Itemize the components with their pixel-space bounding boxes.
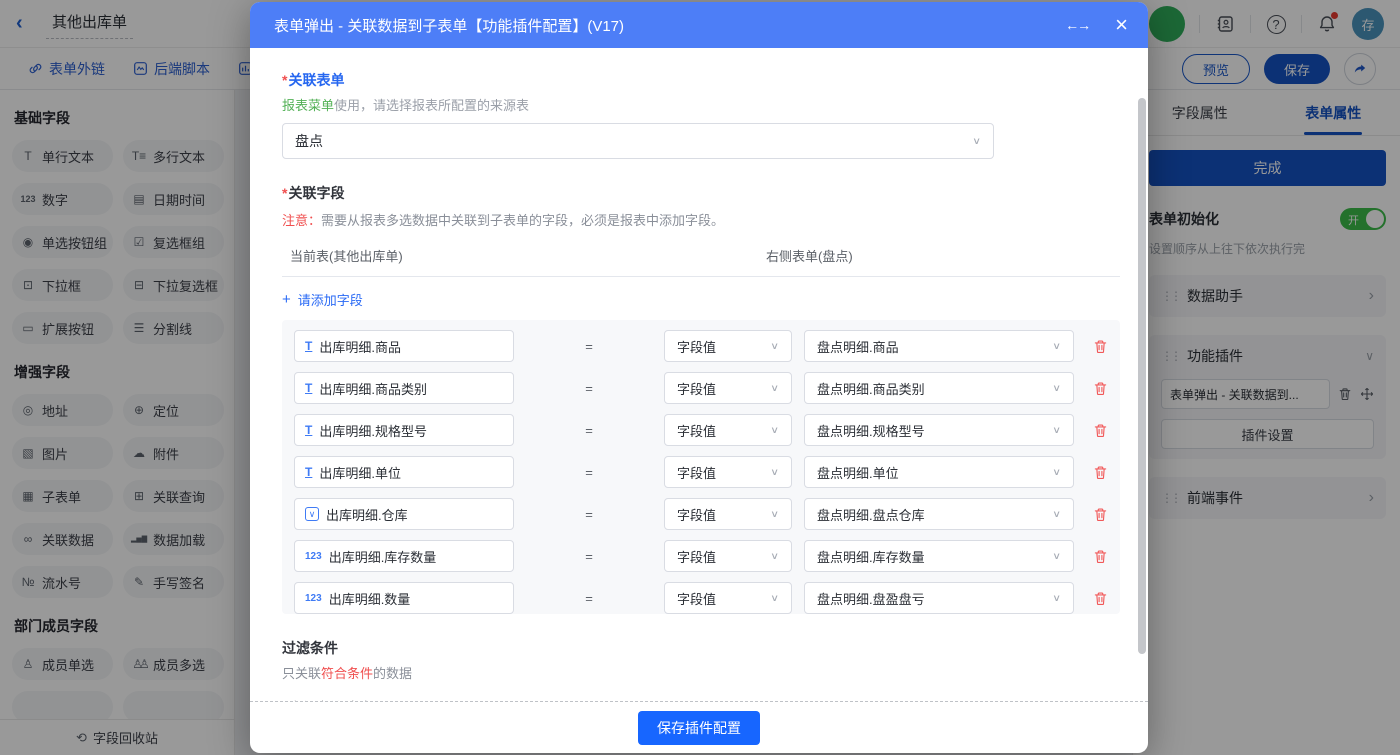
chevron-down-icon: ∨ xyxy=(1052,550,1061,561)
linked-fields-note: 注意：需要从报表多选数据中关联到子表单的字段，必须是报表中添加字段。 xyxy=(282,210,1120,229)
right-field-select[interactable]: 盘点明细.商品∨ xyxy=(804,330,1074,362)
add-field-link[interactable]: + 请添加字段 xyxy=(282,290,363,309)
selected-value: 盘点 xyxy=(295,131,323,151)
equals-sign: = xyxy=(514,381,664,396)
value-type-select[interactable]: 字段值∨ xyxy=(664,330,792,362)
right-field-select[interactable]: 盘点明细.盘点仓库∨ xyxy=(804,498,1074,530)
required-asterisk: * xyxy=(282,72,287,88)
resize-horizontal-icon[interactable]: ←→ xyxy=(1065,17,1089,33)
left-field-input[interactable]: 123出库明细.数量 xyxy=(294,582,514,614)
delete-row-icon[interactable] xyxy=(1093,465,1108,480)
chevron-down-icon: ∨ xyxy=(770,508,779,519)
delete-row-icon[interactable] xyxy=(1093,507,1108,522)
text-field-icon: T xyxy=(305,465,312,479)
close-icon[interactable]: × xyxy=(1115,15,1128,35)
column-right-header: 右侧表单(盘点) xyxy=(766,246,853,265)
text-field-icon: T xyxy=(305,339,312,353)
chevron-down-icon: ∨ xyxy=(770,550,779,561)
mapping-row: 123出库明细.库存数量 = 字段值∨ 盘点明细.库存数量∨ xyxy=(294,540,1108,572)
chevron-down-icon: ∨ xyxy=(1052,466,1061,477)
number-field-icon: 123 xyxy=(305,593,322,604)
delete-row-icon[interactable] xyxy=(1093,381,1108,396)
app-stage: ‹ 其他出库单 ? 存 表单外链 后端脚本 xyxy=(0,0,1400,755)
filter-left-form-label: 左侧表单(盘点) xyxy=(282,697,1120,701)
mapping-row: T出库明细.单位 = 字段值∨ 盘点明细.单位∨ xyxy=(294,456,1108,488)
chevron-down-icon: ∨ xyxy=(972,135,981,146)
chevron-down-icon: ∨ xyxy=(1052,592,1061,603)
modal-scrollbar-thumb[interactable] xyxy=(1138,98,1146,654)
chevron-down-icon: ∨ xyxy=(1052,508,1061,519)
modal-body: *关联表单 报表菜单使用，请选择报表所配置的来源表 盘点 ∨ *关联字段 注意：… xyxy=(250,48,1148,701)
left-field-input[interactable]: ∨出库明细.仓库 xyxy=(294,498,514,530)
value-type-select[interactable]: 字段值∨ xyxy=(664,540,792,572)
equals-sign: = xyxy=(514,507,664,522)
mapping-row: T出库明细.规格型号 = 字段值∨ 盘点明细.规格型号∨ xyxy=(294,414,1108,446)
filter-condition-label: 过滤条件 xyxy=(282,638,1120,658)
modal-header: 表单弹出 - 关联数据到子表单【功能插件配置】(V17) ←→ × xyxy=(250,2,1148,48)
value-type-select[interactable]: 字段值∨ xyxy=(664,456,792,488)
right-field-select[interactable]: 盘点明细.库存数量∨ xyxy=(804,540,1074,572)
right-field-select[interactable]: 盘点明细.盘盈盘亏∨ xyxy=(804,582,1074,614)
required-asterisk: * xyxy=(282,185,287,201)
delete-row-icon[interactable] xyxy=(1093,339,1108,354)
plugin-config-modal: 表单弹出 - 关联数据到子表单【功能插件配置】(V17) ←→ × *关联表单 … xyxy=(250,2,1148,753)
chevron-down-icon: ∨ xyxy=(770,340,779,351)
chevron-down-icon: ∨ xyxy=(1052,382,1061,393)
mapping-column-headers: 当前表(其他出库单) 右侧表单(盘点) xyxy=(282,246,1120,277)
column-left-header: 当前表(其他出库单) xyxy=(282,246,766,265)
modal-footer: 保存插件配置 xyxy=(250,701,1148,753)
left-field-input[interactable]: 123出库明细.库存数量 xyxy=(294,540,514,572)
equals-sign: = xyxy=(514,591,664,606)
left-field-input[interactable]: T出库明细.单位 xyxy=(294,456,514,488)
chevron-down-icon: ∨ xyxy=(770,592,779,603)
linked-form-hint: 报表菜单使用，请选择报表所配置的来源表 xyxy=(282,95,1120,114)
plus-icon: + xyxy=(282,291,291,308)
delete-row-icon[interactable] xyxy=(1093,423,1108,438)
chevron-down-icon: ∨ xyxy=(770,466,779,477)
number-field-icon: 123 xyxy=(305,551,322,562)
chevron-down-icon: ∨ xyxy=(770,382,779,393)
left-field-input[interactable]: T出库明细.商品类别 xyxy=(294,372,514,404)
mapping-row: T出库明细.商品 = 字段值∨ 盘点明细.商品∨ xyxy=(294,330,1108,362)
linked-form-select[interactable]: 盘点 ∨ xyxy=(282,123,994,159)
chevron-down-icon: ∨ xyxy=(1052,424,1061,435)
text-field-icon: T xyxy=(305,423,312,437)
value-type-select[interactable]: 字段值∨ xyxy=(664,582,792,614)
mapping-row: ∨出库明细.仓库 = 字段值∨ 盘点明细.盘点仓库∨ xyxy=(294,498,1108,530)
chevron-down-icon: ∨ xyxy=(770,424,779,435)
equals-sign: = xyxy=(514,549,664,564)
left-field-input[interactable]: T出库明细.规格型号 xyxy=(294,414,514,446)
value-type-select[interactable]: 字段值∨ xyxy=(664,498,792,530)
delete-row-icon[interactable] xyxy=(1093,549,1108,564)
text-field-icon: T xyxy=(305,381,312,395)
left-field-input[interactable]: T出库明细.商品 xyxy=(294,330,514,362)
value-type-select[interactable]: 字段值∨ xyxy=(664,414,792,446)
right-field-select[interactable]: 盘点明细.单位∨ xyxy=(804,456,1074,488)
dropdown-field-icon: ∨ xyxy=(305,507,319,521)
save-plugin-config-button[interactable]: 保存插件配置 xyxy=(638,711,760,745)
equals-sign: = xyxy=(514,423,664,438)
mapping-rows-container: T出库明细.商品 = 字段值∨ 盘点明细.商品∨ T出库明细.商品类别 = 字段… xyxy=(282,320,1120,614)
right-field-select[interactable]: 盘点明细.商品类别∨ xyxy=(804,372,1074,404)
linked-form-label: *关联表单 xyxy=(282,70,1120,90)
equals-sign: = xyxy=(514,465,664,480)
mapping-row: T出库明细.商品类别 = 字段值∨ 盘点明细.商品类别∨ xyxy=(294,372,1108,404)
chevron-down-icon: ∨ xyxy=(1052,340,1061,351)
value-type-select[interactable]: 字段值∨ xyxy=(664,372,792,404)
modal-title: 表单弹出 - 关联数据到子表单【功能插件配置】(V17) xyxy=(274,15,1065,36)
linked-fields-label: *关联字段 xyxy=(282,183,1120,203)
filter-condition-desc: 只关联符合条件的数据 xyxy=(282,663,1120,682)
delete-row-icon[interactable] xyxy=(1093,591,1108,606)
equals-sign: = xyxy=(514,339,664,354)
right-field-select[interactable]: 盘点明细.规格型号∨ xyxy=(804,414,1074,446)
mapping-row: 123出库明细.数量 = 字段值∨ 盘点明细.盘盈盘亏∨ xyxy=(294,582,1108,614)
